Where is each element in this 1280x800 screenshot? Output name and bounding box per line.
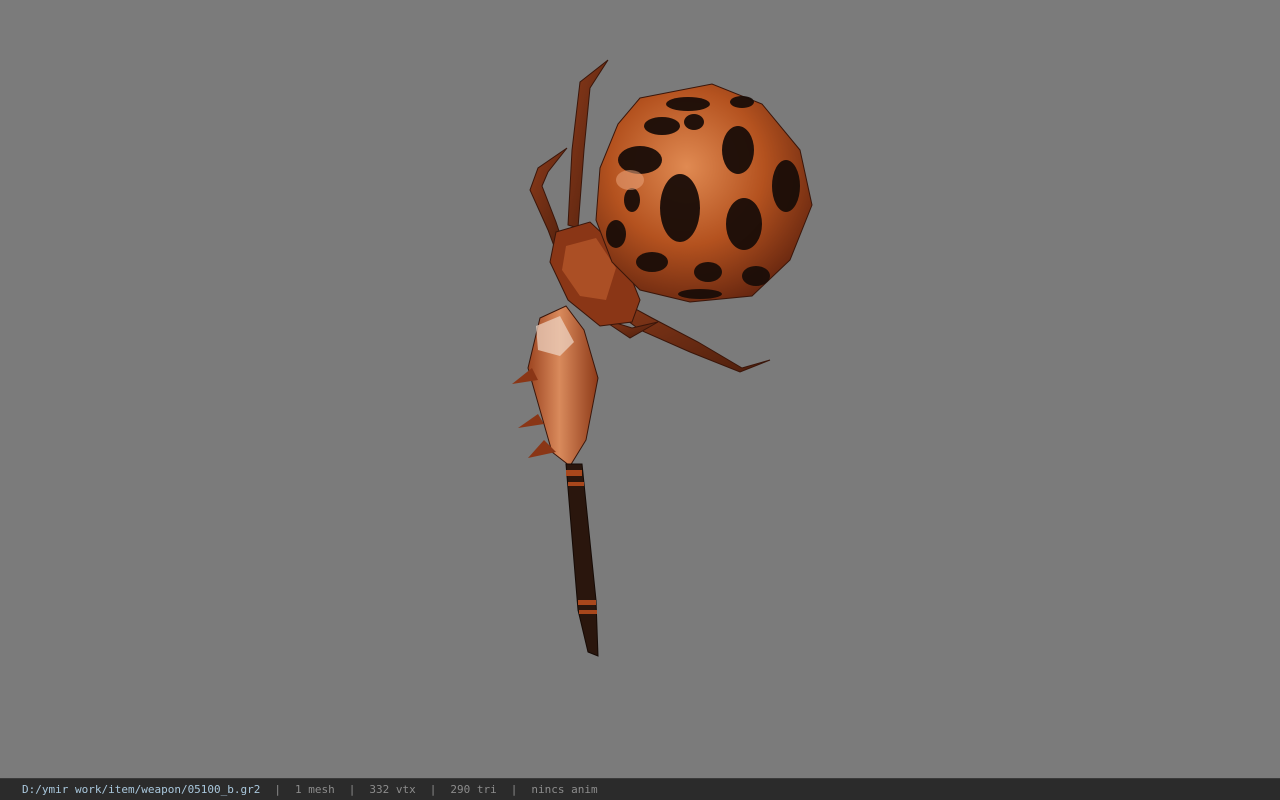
spider-abdomen (595, 83, 813, 303)
triangle-count-label: 290 tri (450, 783, 497, 796)
weapon-handle (565, 463, 599, 657)
spider-weapon-model (512, 59, 813, 657)
separator: | (429, 783, 437, 796)
status-bar: D:/ymir work/item/weapon/05100_b.gr2 | 1… (0, 778, 1280, 800)
separator: | (274, 783, 282, 796)
3d-viewport[interactable] (0, 0, 1280, 778)
spider-tail (512, 305, 599, 467)
mesh-count-label: 1 mesh (295, 783, 335, 796)
file-path-label: D:/ymir work/item/weapon/05100_b.gr2 (22, 783, 261, 796)
separator: | (348, 783, 356, 796)
animation-label: nincs anim (531, 783, 598, 796)
separator: | (510, 783, 518, 796)
vertex-count-label: 332 vtx (369, 783, 416, 796)
